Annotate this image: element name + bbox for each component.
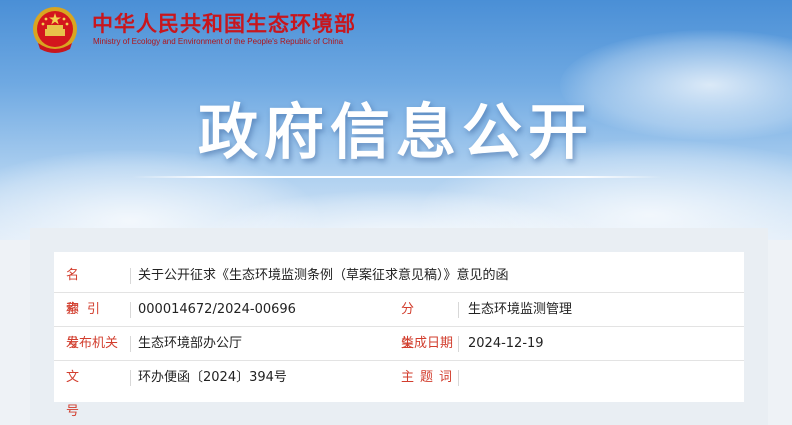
category-value: 生态环境监测管理: [468, 302, 573, 317]
page-heading: 政府信息公开: [198, 98, 594, 168]
column-divider: [458, 370, 459, 386]
index-label: 索引号: [66, 293, 128, 351]
column-divider: [130, 268, 131, 284]
info-row-index: 索引号 000014672/2024-00696 分类 生态环境监测管理: [54, 293, 744, 351]
keywords-label-text: 主题词: [401, 370, 459, 385]
info-row-issuer: 发布机关 生态环境部办公厅 生成日期 2024-12-19: [54, 327, 744, 361]
docno-label: 文号: [66, 361, 128, 419]
info-row-docno: 文号 环办便函〔2024〕394号 主题词: [54, 361, 744, 419]
date-label-text: 生成日期: [401, 336, 454, 351]
column-divider: [130, 370, 131, 386]
keywords-label: 主题词: [401, 361, 463, 395]
document-info-table: 名称 关于公开征求《生态环境监测条例（草案征求意见稿）》意见的函 索引号 000…: [54, 252, 744, 419]
date-label: 生成日期: [401, 327, 463, 361]
name-value: 关于公开征求《生态环境监测条例（草案征求意见稿）》意见的函: [138, 268, 509, 283]
column-divider: [458, 336, 459, 352]
issuer-label: 发布机关: [66, 327, 128, 361]
info-row-name: 名称 关于公开征求《生态环境监测条例（草案征求意见稿）》意见的函: [54, 259, 744, 317]
category-label-text: 分类: [401, 302, 435, 351]
column-divider: [458, 302, 459, 318]
category-label: 分类: [401, 293, 463, 351]
national-emblem-icon[interactable]: [30, 5, 80, 55]
issuer-label-text: 发布机关: [66, 336, 119, 351]
date-value: 2024-12-19: [468, 336, 544, 351]
docno-value: 环办便函〔2024〕394号: [138, 370, 287, 385]
column-divider: [130, 336, 131, 352]
heading-divider: [132, 176, 662, 178]
name-label-text: 名称: [66, 268, 102, 317]
issuer-value: 生态环境部办公厅: [138, 336, 243, 351]
site-header: 中华人民共和国生态环境部 Ministry of Ecology and Env…: [0, 0, 792, 62]
index-label-text: 索引号: [66, 302, 109, 351]
index-value: 000014672/2024-00696: [138, 302, 296, 317]
site-title[interactable]: 中华人民共和国生态环境部: [92, 8, 356, 38]
site-subtitle: Ministry of Ecology and Environment of t…: [93, 37, 344, 46]
name-label: 名称: [66, 259, 128, 317]
docno-label-text: 文号: [66, 370, 102, 419]
column-divider: [130, 302, 131, 318]
